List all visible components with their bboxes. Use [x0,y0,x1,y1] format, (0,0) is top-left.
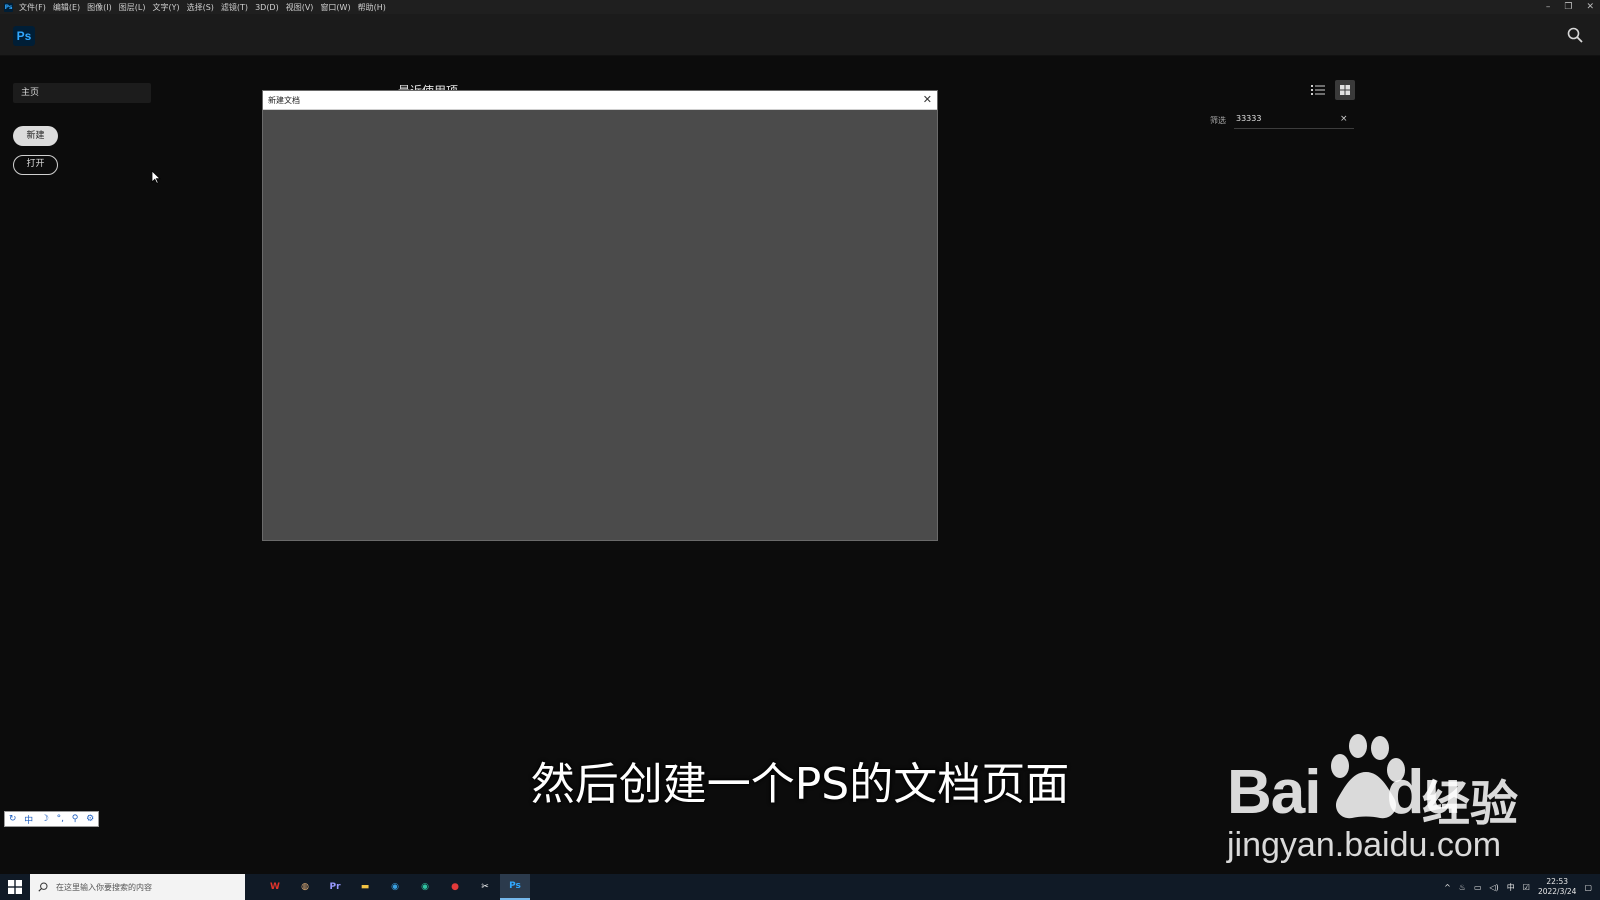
system-tray: ^ ♨ ▭ ◁) 中 ☑ 22:53 2022/3/24 ▢ [1444,874,1600,900]
taskbar-search-placeholder: 在这里输入你要搜索的内容 [56,882,152,892]
wps-icon: W [270,882,280,892]
premiere-icon: Pr [329,882,341,892]
menu-file[interactable]: 文件(F) [19,2,46,13]
taskbar-clock[interactable]: 22:53 2022/3/24 [1538,877,1576,897]
menu-bar: Ps 文件(F) 编辑(E) 图像(I) 图层(L) 文字(Y) 选择(S) 滤… [0,0,1600,14]
taskbar-app-edge[interactable]: ◉ [380,874,410,900]
open-button[interactable]: 打开 [13,155,58,175]
clock-date: 2022/3/24 [1537,887,1577,896]
network-icon[interactable]: ▭ [1474,883,1482,892]
ime-moon-icon[interactable]: ☽ [41,814,49,824]
menu-view[interactable]: 视图(V) [286,2,314,13]
tray-ime-indicator[interactable]: 中 [1507,882,1515,893]
ime-toolbar: ↻ 中 ☽ °, ⚲ ⚙ [4,811,99,827]
new-document-dialog: 新建文档 ✕ [262,90,938,541]
restore-button[interactable]: ❐ [1564,2,1572,12]
subtitle-text: 然后创建一个PS的文档页面 [530,759,1070,810]
notification-icon[interactable]: ▢ [1584,883,1592,892]
ime-punct-icon[interactable]: °, [57,814,64,824]
ime-settings-icon[interactable]: ⚙ [86,814,94,824]
taskbar-app-capcut[interactable]: ✂ [470,874,500,900]
app-header: Ps [0,14,1600,56]
tray-app-icon[interactable]: ♨ [1459,883,1466,892]
baidu-paw-logo-icon [1331,734,1405,819]
menu-3d[interactable]: 3D(D) [255,3,279,12]
taskbar-app-photoshop[interactable]: Ps [500,874,530,900]
photoshop-icon: Ps [509,881,521,891]
windows-start-icon[interactable] [8,880,22,894]
window-controls: – ❐ ✕ [1546,0,1594,14]
taskbar-app-premiere[interactable]: Pr [320,874,350,900]
menu-window[interactable]: 窗口(W) [320,2,350,13]
taskbar-app-wps[interactable]: W [260,874,290,900]
ime-lang-toggle[interactable]: 中 [24,813,33,826]
clock-time: 22:53 [1546,877,1569,886]
new-button[interactable]: 新建 [13,126,58,146]
mouse-cursor-icon [151,170,161,184]
ps-app-icon: Ps [4,2,13,12]
menu-select[interactable]: 选择(S) [187,2,214,13]
dialog-close-button[interactable]: ✕ [923,93,932,106]
grid-view-icon [1340,85,1350,95]
grid-view-button[interactable] [1335,80,1355,100]
taskbar-app-edge2[interactable]: ◉ [410,874,440,900]
dialog-titlebar[interactable]: 新建文档 ✕ [263,91,937,110]
taskbar: 在这里输入你要搜索的内容 W ◍ Pr ▬ ◉ ◉ ● ✂ Ps ^ ♨ ▭ ◁) 中 ☑ 22… [0,874,1600,900]
filter-label: 筛选 [1210,116,1226,125]
list-view-icon[interactable] [1310,82,1326,98]
menu-layer[interactable]: 图层(L) [119,2,146,13]
capcut-icon: ✂ [481,882,489,892]
search-icon [38,882,48,892]
filter-input[interactable]: 33333 [1234,111,1354,129]
photoshop-logo[interactable]: Ps [13,26,35,46]
volume-icon[interactable]: ◁) [1490,883,1499,892]
tray-chevron-icon[interactable]: ^ [1444,883,1451,892]
ime-refresh-icon[interactable]: ↻ [9,814,17,824]
watermark-brand-bai: Bai [1227,758,1321,827]
security-icon[interactable]: ☑ [1523,883,1530,892]
menu-image[interactable]: 图像(I) [87,2,112,13]
taskbar-apps: W ◍ Pr ▬ ◉ ◉ ● ✂ Ps [260,874,530,900]
menu-edit[interactable]: 编辑(E) [53,2,80,13]
home-tab[interactable]: 主页 [13,83,151,103]
close-window-button[interactable]: ✕ [1586,2,1594,12]
taskbar-app-app2[interactable]: ◍ [290,874,320,900]
menu-filter[interactable]: 滤镜(T) [221,2,248,13]
dialog-title: 新建文档 [268,96,300,105]
app2-icon: ◍ [301,882,309,892]
minimize-button[interactable]: – [1546,2,1551,12]
watermark-url: jingyan.baidu.com [1227,826,1502,864]
taskbar-app-explorer[interactable]: ▬ [350,874,380,900]
screen: Ps 文件(F) 编辑(E) 图像(I) 图层(L) 文字(Y) 选择(S) 滤… [0,0,1600,900]
menu-help[interactable]: 帮助(H) [358,2,386,13]
watermark-cn: 经验 [1422,776,1519,832]
taskbar-app-recorder[interactable]: ● [440,874,470,900]
ime-user-icon[interactable]: ⚲ [72,814,79,824]
menu-type[interactable]: 文字(Y) [152,2,179,13]
explorer-icon: ▬ [360,882,370,892]
edge-icon: ◉ [391,882,399,892]
search-icon[interactable] [1566,26,1584,44]
recorder-icon: ● [451,882,459,892]
filter-clear-button[interactable]: × [1340,114,1348,124]
taskbar-search-box[interactable]: 在这里输入你要搜索的内容 [30,874,245,900]
edge2-icon: ◉ [421,882,429,892]
